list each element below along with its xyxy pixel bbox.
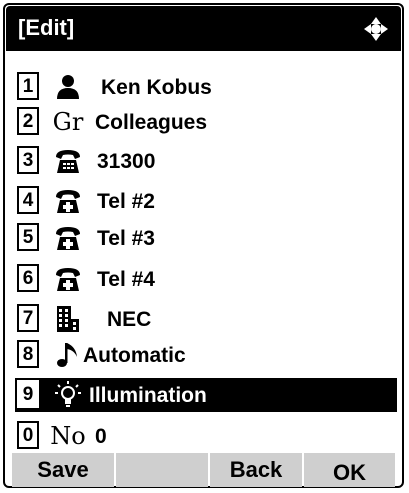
list-item[interactable]: 2 Gr Colleagues [15,105,397,139]
extension-phone-icon [51,147,85,175]
item-label: Colleagues [95,111,208,134]
number-icon: No [50,422,86,450]
item-label: Tel #3 [97,227,155,250]
item-label: Automatic [83,344,186,367]
list-item-selected[interactable]: 9 Illumination [15,378,397,412]
list-item[interactable]: 6 Tel #4 [15,262,397,296]
item-label: Tel #2 [97,190,155,213]
page-title: [Edit] [18,15,75,40]
item-number: 5 [17,223,39,251]
item-number: 6 [17,264,39,292]
item-label: 0 [95,425,107,448]
item-label: 31300 [97,150,156,173]
telephone-plus-icon [51,265,85,293]
item-label: Tel #4 [97,268,155,291]
building-icon [51,305,85,333]
list-item[interactable]: 3 31300 [15,144,397,178]
item-number: 7 [17,304,39,332]
light-bulb-icon [51,381,85,409]
softkey-bar: Save Back OK [6,453,401,487]
list-item[interactable]: 8 Automatic [15,338,397,372]
list-item[interactable]: 1 Ken Kobus [15,70,397,104]
item-label: NEC [107,308,152,331]
blank-softkey[interactable] [116,453,208,487]
music-note-icon [51,341,85,369]
item-number: 3 [17,146,39,174]
four-way-arrow-icon [364,17,388,41]
save-button[interactable]: Save [12,453,114,487]
item-label: Illumination [89,384,207,407]
person-icon [51,73,85,101]
telephone-plus-icon [51,187,85,215]
item-number: 8 [17,340,39,368]
list-item[interactable]: 0 No 0 [15,419,397,453]
item-number: 2 [17,107,39,135]
item-number: 4 [17,186,39,214]
item-label: Ken Kobus [101,76,212,99]
group-icon: Gr [52,108,84,136]
item-number: 9 [17,380,39,408]
ok-button[interactable]: OK [304,453,395,487]
list-item[interactable]: 4 Tel #2 [15,184,397,218]
header-bar: [Edit] [6,6,401,51]
back-button[interactable]: Back [210,453,302,487]
telephone-plus-icon [51,224,85,252]
list-item[interactable]: 7 NEC [15,302,397,336]
item-number: 1 [17,72,39,100]
item-number: 0 [17,421,39,449]
list-item[interactable]: 5 Tel #3 [15,221,397,255]
